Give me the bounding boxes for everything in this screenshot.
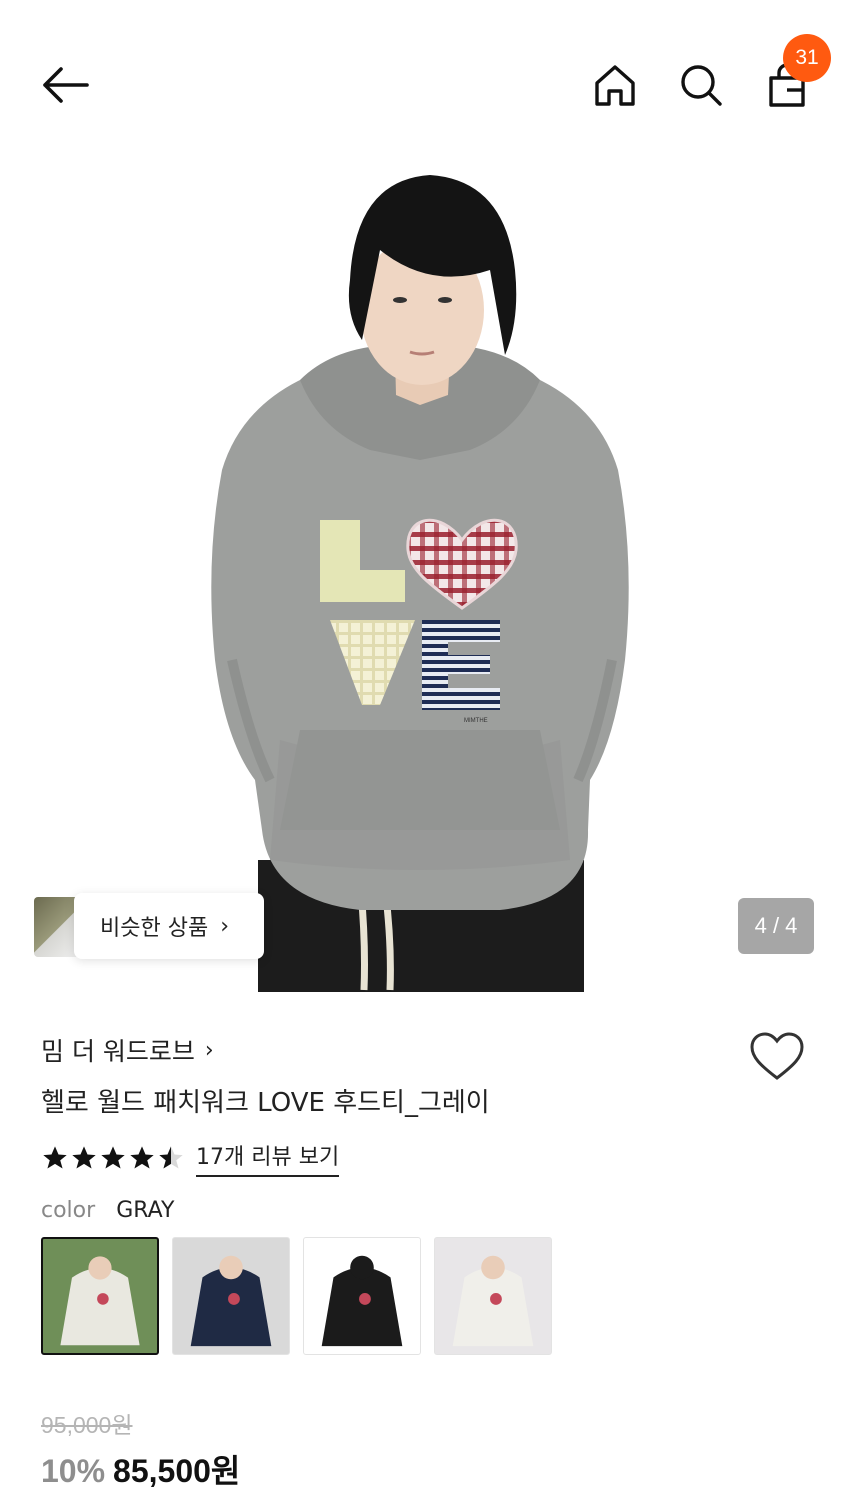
price-row: 10% 85,500원 (41, 1446, 240, 1492)
swatch-4[interactable] (434, 1237, 552, 1355)
star-icon (101, 1146, 125, 1169)
color-label: color (41, 1198, 96, 1223)
original-price: 95,000원 (41, 1412, 133, 1438)
similar-products-button[interactable]: 비슷한 상품 › (74, 893, 264, 959)
similar-products-label: 비슷한 상품 (100, 916, 209, 941)
wishlist-button[interactable] (748, 1030, 806, 1084)
star-icon (130, 1146, 154, 1169)
hoodie-thumbnail-graphic (60, 1256, 140, 1346)
color-option-row: color GRAY (41, 1198, 174, 1223)
hoodie-thumbnail-graphic (452, 1255, 534, 1347)
back-button[interactable] (38, 58, 92, 112)
hoodie-thumbnail-graphic (321, 1255, 403, 1347)
model-hoodie-illustration: MIMTHE (211, 175, 629, 992)
half-star-icon (159, 1146, 183, 1169)
color-swatch-list (41, 1237, 565, 1355)
color-value: GRAY (116, 1198, 175, 1223)
hoodie-thumbnail-graphic (190, 1255, 272, 1347)
heart-icon (750, 1032, 804, 1080)
top-navigation-bar: 31 (0, 0, 847, 150)
rating-row: 17개 리뷰 보기 (41, 1138, 340, 1178)
star-icon (72, 1146, 96, 1169)
chevron-right-icon: › (220, 913, 230, 939)
swatch-2[interactable] (172, 1237, 290, 1355)
svg-text:MIMTHE: MIMTHE (464, 718, 488, 724)
search-button[interactable] (674, 58, 728, 112)
brand-link[interactable]: 밈 더 워드로브 › (41, 1032, 214, 1068)
brand-name: 밈 더 워드로브 (41, 1037, 195, 1066)
search-icon (681, 65, 722, 106)
home-icon (595, 65, 635, 106)
chevron-right-icon: › (204, 1037, 214, 1063)
product-main-image[interactable]: MIMTHE (0, 140, 847, 992)
discount-rate: 10% (41, 1453, 106, 1489)
swatch-1[interactable] (41, 1237, 159, 1355)
sale-price: 85,500원 (113, 1453, 241, 1489)
arrow-left-icon (43, 67, 89, 103)
star-icon (43, 1146, 67, 1169)
product-title: 헬로 월드 패치워크 LOVE 후드티_그레이 (41, 1088, 490, 1118)
reviews-link[interactable]: 17개 리뷰 보기 (196, 1139, 340, 1177)
image-pager-indicator: 4 / 4 (738, 898, 814, 954)
cart-count-badge: 31 (783, 34, 831, 82)
swatch-3[interactable] (303, 1237, 421, 1355)
home-button[interactable] (588, 58, 642, 112)
